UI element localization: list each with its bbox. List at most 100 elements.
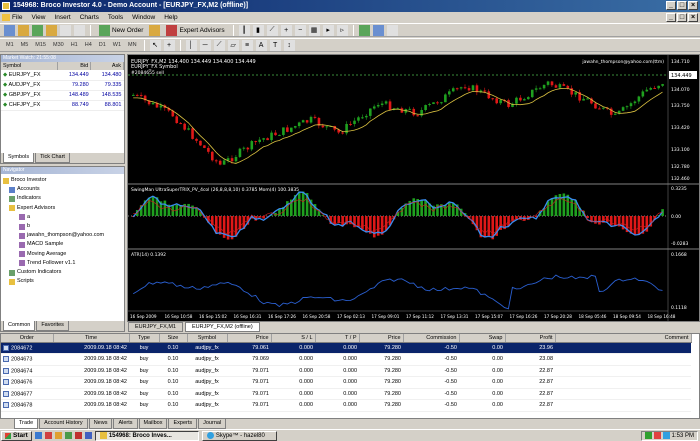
menu-tools[interactable]: Tools — [108, 14, 123, 21]
vertical-line-icon[interactable]: │ — [185, 39, 197, 51]
child-restore-button[interactable]: □ — [677, 13, 687, 22]
candlestick-icon[interactable]: ▮ — [252, 24, 264, 36]
menu-window[interactable]: Window — [132, 14, 155, 21]
tree-ea-b[interactable]: b — [3, 222, 122, 231]
terminal-col-header[interactable]: Time — [53, 334, 130, 343]
tree-ea-jawahn[interactable]: jawahn_thompson@yahoo.com — [3, 231, 122, 240]
minimize-button[interactable]: _ — [666, 1, 676, 10]
col-bid[interactable]: Bid — [57, 62, 92, 70]
tf-d1[interactable]: D1 — [97, 42, 108, 48]
menu-file[interactable]: File — [12, 14, 22, 21]
tab-mailbox[interactable]: Mailbox — [138, 419, 168, 429]
order-row[interactable]: 2084678 2009.09.18 08:42 buy 0.10 audjpy_fx 7… — [1, 399, 691, 412]
terminal-col-header[interactable]: Swap — [459, 334, 506, 343]
new-order-button[interactable]: New Order — [96, 24, 146, 36]
tab-common[interactable]: Common — [3, 321, 36, 331]
menu-help[interactable]: Help — [164, 14, 177, 21]
new-chart-icon[interactable] — [4, 24, 15, 36]
templates-icon[interactable] — [386, 24, 398, 36]
autoscroll-icon[interactable]: ▸ — [322, 24, 334, 36]
maximize-button[interactable]: □ — [677, 1, 687, 10]
taskbar-broco[interactable]: 154968: Broco Inves... — [94, 430, 199, 441]
terminal-col-header[interactable]: T / P — [315, 334, 360, 343]
terminal-col-header[interactable]: Size — [159, 334, 188, 343]
terminal-col-header[interactable]: Price — [359, 334, 404, 343]
tf-mn[interactable]: MN — [126, 42, 139, 48]
tf-m5[interactable]: M5 — [19, 42, 31, 48]
terminal-col-header[interactable]: Symbol — [187, 334, 228, 343]
periods-icon[interactable] — [372, 24, 384, 36]
channel-icon[interactable]: ▱ — [227, 39, 239, 51]
tab-account-history[interactable]: Account History — [39, 419, 88, 429]
tree-custom-indicators[interactable]: Custom Indicators — [3, 268, 122, 277]
terminal-col-header[interactable]: Comment — [555, 334, 692, 343]
antivirus-icon[interactable] — [653, 432, 661, 439]
tab-symbols[interactable]: Symbols — [3, 153, 35, 163]
col-ask[interactable]: Ask — [90, 62, 124, 70]
folder-icon[interactable] — [54, 432, 62, 439]
tab-journal[interactable]: Journal — [198, 419, 227, 429]
profiles-icon[interactable] — [18, 24, 29, 36]
chart-tab-m1[interactable]: EURJPY_FX,M1 — [128, 322, 183, 332]
tf-m15[interactable]: M15 — [33, 42, 48, 48]
order-row[interactable]: 2084676 2009.09.18 08:42 buy 0.10 audjpy_fx 7… — [1, 376, 691, 389]
order-row[interactable]: 2084677 2009.09.18 08:42 buy 0.10 audjpy_fx 7… — [1, 388, 691, 400]
zoom-in-icon[interactable]: + — [280, 24, 292, 36]
terminal-col-header[interactable]: S / L — [271, 334, 316, 343]
network-icon[interactable] — [644, 432, 652, 439]
tree-indicators[interactable]: Indicators — [3, 194, 122, 203]
metaeditor-icon[interactable] — [149, 24, 161, 36]
start-button[interactable]: Start — [1, 430, 32, 441]
crosshair-icon[interactable]: + — [163, 39, 175, 51]
tab-news[interactable]: News — [88, 419, 113, 429]
horizontal-line-icon[interactable]: ─ — [199, 39, 211, 51]
data-window-icon[interactable] — [46, 24, 57, 36]
terminal-col-header[interactable]: Type — [129, 334, 160, 343]
order-row[interactable]: 2084673 2009.09.18 08:42 buy 0.10 audjpy_fx 7… — [1, 353, 691, 366]
terminal-icon[interactable] — [74, 24, 85, 36]
menu-insert[interactable]: Insert — [54, 14, 70, 21]
tf-m30[interactable]: M30 — [51, 42, 66, 48]
chart-tab-m2[interactable]: EURJPY_FX,M2 (offline) — [184, 322, 260, 332]
market-watch-row[interactable]: ◆ CHFJPY_FX 88.749 88.801 — [1, 100, 124, 111]
tab-favorites[interactable]: Favorites — [36, 321, 69, 331]
tf-m1[interactable]: M1 — [4, 42, 16, 48]
cursor-icon[interactable]: ↖ — [149, 39, 161, 51]
tree-accounts[interactable]: Accounts — [3, 185, 122, 194]
terminal-col-header[interactable]: Commission — [403, 334, 460, 343]
taskbar-skype[interactable]: Skype™ - hazel80 — [201, 430, 277, 441]
chart-window[interactable]: EURJPY_FX,M2 134.400 134.449 134.400 134… — [127, 54, 700, 322]
tile-windows-icon[interactable]: ▦ — [308, 24, 320, 36]
menu-charts[interactable]: Charts — [80, 14, 99, 21]
child-minimize-button[interactable]: _ — [666, 13, 676, 22]
app-icon[interactable] — [84, 432, 92, 439]
tf-h1[interactable]: H1 — [69, 42, 80, 48]
tab-trade[interactable]: Trade — [14, 419, 39, 429]
market-watch-row[interactable]: ◆ EURJPY_FX 134.449 134.480 — [1, 70, 124, 81]
bar-chart-icon[interactable]: ┃ — [238, 24, 250, 36]
menu-view[interactable]: View — [31, 14, 45, 21]
close-button[interactable]: × — [688, 1, 698, 10]
tree-ea-moving-average[interactable]: Moving Average — [3, 250, 122, 259]
text-tool-icon[interactable]: A — [255, 39, 267, 51]
trendline-icon[interactable]: ⟋ — [213, 39, 225, 51]
col-symbol[interactable]: Symbol — [1, 62, 59, 70]
skype-tray-icon[interactable] — [662, 432, 670, 439]
firefox-icon[interactable] — [74, 432, 82, 439]
order-row[interactable]: 2084672 2009.09.18 08:42 buy 0.10 audjpy_fx 7… — [1, 342, 691, 354]
terminal-col-header[interactable]: Profit — [505, 334, 556, 343]
indicators-icon[interactable] — [358, 24, 370, 36]
market-watch-row[interactable]: ◆ AUDJPY_FX 79.280 79.335 — [1, 80, 124, 91]
terminal-col-header[interactable]: Order — [1, 334, 54, 343]
price-chart[interactable]: EURJPY_FX,M2 134.400 134.449 134.400 134… — [128, 55, 699, 321]
tree-ea-trend-follower[interactable]: Trend Follower v1.1 — [3, 259, 122, 268]
tf-h4[interactable]: H4 — [83, 42, 94, 48]
zoom-out-icon[interactable]: − — [294, 24, 306, 36]
navigator-icon[interactable] — [60, 24, 71, 36]
expert-advisors-button[interactable]: Expert Advisors — [163, 24, 227, 36]
tab-experts[interactable]: Experts — [168, 419, 198, 429]
label-tool-icon[interactable]: T — [269, 39, 281, 51]
fibonacci-icon[interactable]: ≡ — [241, 39, 253, 51]
terminal-col-header[interactable]: Price — [227, 334, 272, 343]
desktop-icon[interactable] — [64, 432, 72, 439]
